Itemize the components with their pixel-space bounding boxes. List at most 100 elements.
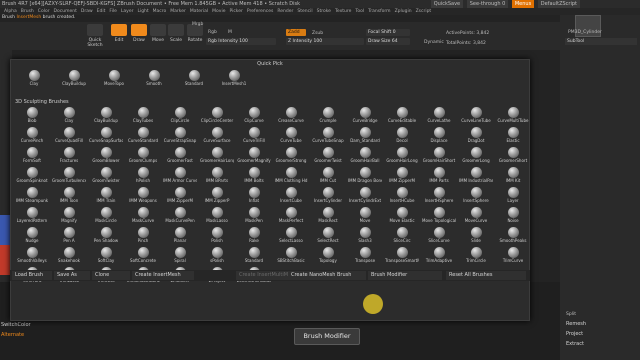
brush-item[interactable]: IMM Train [89, 187, 123, 207]
brush-item[interactable]: TransposeSmartM [385, 247, 419, 267]
brush-item[interactable]: SelectRect [311, 227, 345, 247]
menu-brush[interactable]: Brush [21, 9, 34, 14]
brush-item[interactable]: Clay [52, 107, 86, 127]
brush-item[interactable]: Standard [237, 247, 271, 267]
brush-item[interactable]: Pen A [52, 227, 86, 247]
brush-modifier-button[interactable]: Brush Modifier [368, 271, 442, 280]
brush-item[interactable]: CurveStrapSnap [163, 127, 197, 147]
brush-item[interactable]: Blob [15, 107, 49, 127]
brush-item[interactable]: Layer [496, 187, 530, 207]
brush-item[interactable]: ClayBuildup [89, 107, 123, 127]
reset-all-brushes-button[interactable]: Reset All Brushes [446, 271, 526, 280]
brush-item[interactable]: IMM ZipperM [163, 187, 197, 207]
brush-item[interactable]: GroomerMagnify [237, 147, 271, 167]
brush-item[interactable]: CurveLineTube [459, 107, 493, 127]
brush-item[interactable]: Nudge [15, 227, 49, 247]
create-nanomesh-brush-button[interactable]: Create NanoMesh Brush [288, 271, 366, 280]
brush-item[interactable]: IMM BParts [200, 167, 234, 187]
zadd-toggle[interactable]: Zadd [286, 29, 306, 36]
brush-item[interactable]: SmoothPeaks [496, 227, 530, 247]
brush-item[interactable]: IMM Cut [311, 167, 345, 187]
brush-item[interactable]: CreaseCurve [274, 107, 308, 127]
remesh-button[interactable]: Remesh [563, 320, 635, 328]
quick-brush-3[interactable]: Smooth [137, 70, 171, 90]
brush-item[interactable]: Move Elastic [385, 207, 419, 227]
menu-file[interactable]: File [109, 9, 117, 14]
brush-item[interactable]: IMM Weapons [126, 187, 160, 207]
edit-button[interactable]: Edit [110, 24, 128, 48]
script-button[interactable]: DefaultZScript [537, 0, 580, 8]
quick-brush-2[interactable]: MoveTopo [97, 70, 131, 90]
menu-render[interactable]: Render [277, 9, 293, 14]
draw-size-slider[interactable]: Draw Size 64 [366, 38, 410, 45]
split-header[interactable]: Split [566, 312, 576, 317]
brush-item[interactable]: Noise [496, 207, 530, 227]
load-brush-button[interactable]: Load Brush [12, 271, 52, 280]
brush-item[interactable]: TrimAdaptive [422, 247, 456, 267]
brush-item[interactable]: Magnify [52, 207, 86, 227]
subtool-header[interactable]: SubTool [565, 38, 637, 45]
menu-document[interactable]: Document [54, 9, 77, 14]
brush-item[interactable]: Elastic [496, 127, 530, 147]
brush-item[interactable]: SoftConcrete [126, 247, 160, 267]
brush-item[interactable]: InsertHCube [385, 187, 419, 207]
brush-item[interactable]: InsertCube [274, 187, 308, 207]
brush-item[interactable]: CurveTubeSnap [311, 127, 345, 147]
brush-item[interactable]: IMM Steampunk [15, 187, 49, 207]
brush-item[interactable]: Inflat [237, 187, 271, 207]
brush-item[interactable]: ClipCurve [237, 107, 271, 127]
brush-item[interactable]: SliceCirc [385, 227, 419, 247]
brush-item[interactable]: IMM IndustrialParts [459, 167, 493, 187]
focal-shift-slider[interactable]: Focal Shift 0 [366, 29, 410, 36]
extract-button[interactable]: Extract [563, 340, 635, 348]
brush-item[interactable]: DragDot [459, 127, 493, 147]
brush-item[interactable]: GroomerTwist [311, 147, 345, 167]
rgb-intensity-slider[interactable]: Rgb Intensity 100 [206, 38, 276, 45]
menu-tool[interactable]: Tool [355, 9, 364, 14]
menu-material[interactable]: Material [190, 9, 208, 14]
brush-item[interactable]: IMM Toon [52, 187, 86, 207]
brush-item[interactable]: GroomBlower [89, 147, 123, 167]
zsub-toggle[interactable]: Zsub [312, 31, 323, 36]
brush-item[interactable]: Transpose [348, 247, 382, 267]
brush-item[interactable]: Displace [422, 127, 456, 147]
brush-item[interactable]: Decol [385, 127, 419, 147]
brush-item[interactable]: CurvePinch [15, 127, 49, 147]
brush-item[interactable]: MoveCurve [459, 207, 493, 227]
brush-item[interactable]: ClayTubes [126, 107, 160, 127]
brush-item[interactable]: GroomerLong [459, 147, 493, 167]
brush-item[interactable]: CurveStandard [126, 127, 160, 147]
brush-item[interactable]: Move [348, 207, 382, 227]
menu-zplugin[interactable]: Zplugin [395, 9, 412, 14]
z-intensity-slider[interactable]: Z Intensity 100 [286, 38, 364, 45]
brush-item[interactable]: MaskLasso [200, 207, 234, 227]
brush-item[interactable]: IMM Dragon Bones [348, 167, 382, 187]
project-button[interactable]: Project [563, 330, 635, 338]
menu-texture[interactable]: Texture [335, 9, 351, 14]
quick-brush-5[interactable]: InsertMesh1 [217, 70, 251, 90]
brush-item[interactable]: TrimCurve [496, 247, 530, 267]
brush-item[interactable]: SBStitchBasic [274, 247, 308, 267]
brush-item[interactable]: SmoothValleys [15, 247, 49, 267]
brush-item[interactable]: Crumple [311, 107, 345, 127]
rotate-button[interactable]: Rotate [186, 24, 204, 48]
brush-item[interactable]: GroomerShort [496, 147, 530, 167]
rgb-toggle[interactable]: Rgb [208, 30, 217, 35]
save-as-button[interactable]: Save As [54, 271, 90, 280]
menu-zscript[interactable]: Zscript [416, 9, 432, 14]
brush-item[interactable]: LayeredPattern [15, 207, 49, 227]
brush-item[interactable]: sPolish [200, 247, 234, 267]
menu-light[interactable]: Light [137, 9, 148, 14]
move-button[interactable]: Move [150, 24, 166, 48]
menu-marker[interactable]: Marker [170, 9, 186, 14]
brush-item[interactable]: SelectLasso [274, 227, 308, 247]
brush-item[interactable]: IMM ZipperM [385, 167, 419, 187]
brush-item[interactable]: IMM Clothing Hd [274, 167, 308, 187]
brush-item[interactable]: Snakehook [52, 247, 86, 267]
brush-item[interactable]: CurveMultiTube [496, 107, 530, 127]
brush-item[interactable]: Pinch [126, 227, 160, 247]
brush-item[interactable]: IMM ZipperP [200, 187, 234, 207]
scale-button[interactable]: Scale [168, 24, 184, 48]
dynamic-toggle[interactable]: Dynamic [424, 40, 444, 45]
brush-item[interactable]: Pen Shadow [89, 227, 123, 247]
